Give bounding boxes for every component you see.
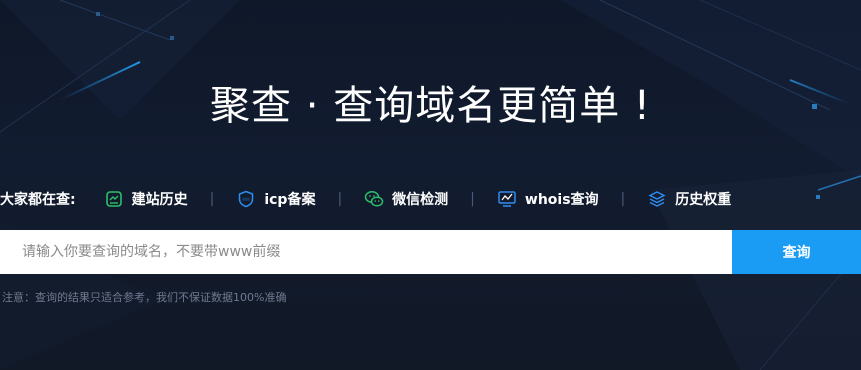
hot-item-wechat[interactable]: 微信检测 [364, 189, 448, 209]
hot-item-label: 历史权重 [675, 192, 732, 208]
history-site-icon [104, 189, 124, 209]
icp-shield-icon [236, 189, 256, 209]
divider: | [620, 191, 626, 207]
background-decoration [0, 0, 861, 370]
hot-item-label: icp备案 [264, 192, 316, 208]
divider: | [470, 191, 475, 207]
hero-section: 聚查 · 查询域名更简单 ! 大家都在查: 建站历史 | icp备案 | 微信检… [0, 0, 861, 370]
hot-item-weight-history[interactable]: 历史权重 [647, 189, 731, 209]
hot-search-label: 大家都在查: [0, 192, 76, 208]
hot-item-site-history[interactable]: 建站历史 [104, 189, 188, 209]
page-title: 聚查 · 查询域名更简单 ! [210, 83, 651, 129]
search-bar: 查询 [0, 230, 861, 274]
hot-item-icp[interactable]: icp备案 [236, 189, 315, 209]
hot-item-label: whois查询 [524, 192, 599, 208]
disclaimer-note: 注意：查询的结果只适合参考，我们不保证数据100%准确 [2, 291, 287, 304]
layers-weight-icon [647, 189, 667, 209]
hot-item-label: 微信检测 [392, 192, 449, 208]
whois-monitor-icon [497, 189, 517, 209]
hot-search-row: 大家都在查: 建站历史 | icp备案 | 微信检测 | whois查询 | 历… [0, 186, 731, 212]
divider: | [337, 191, 343, 207]
divider: | [209, 191, 215, 207]
wechat-icon [364, 189, 384, 209]
search-input[interactable] [0, 230, 732, 274]
search-button[interactable]: 查询 [732, 230, 861, 274]
hot-item-label: 建站历史 [131, 192, 188, 208]
hot-item-whois[interactable]: whois查询 [497, 189, 599, 209]
